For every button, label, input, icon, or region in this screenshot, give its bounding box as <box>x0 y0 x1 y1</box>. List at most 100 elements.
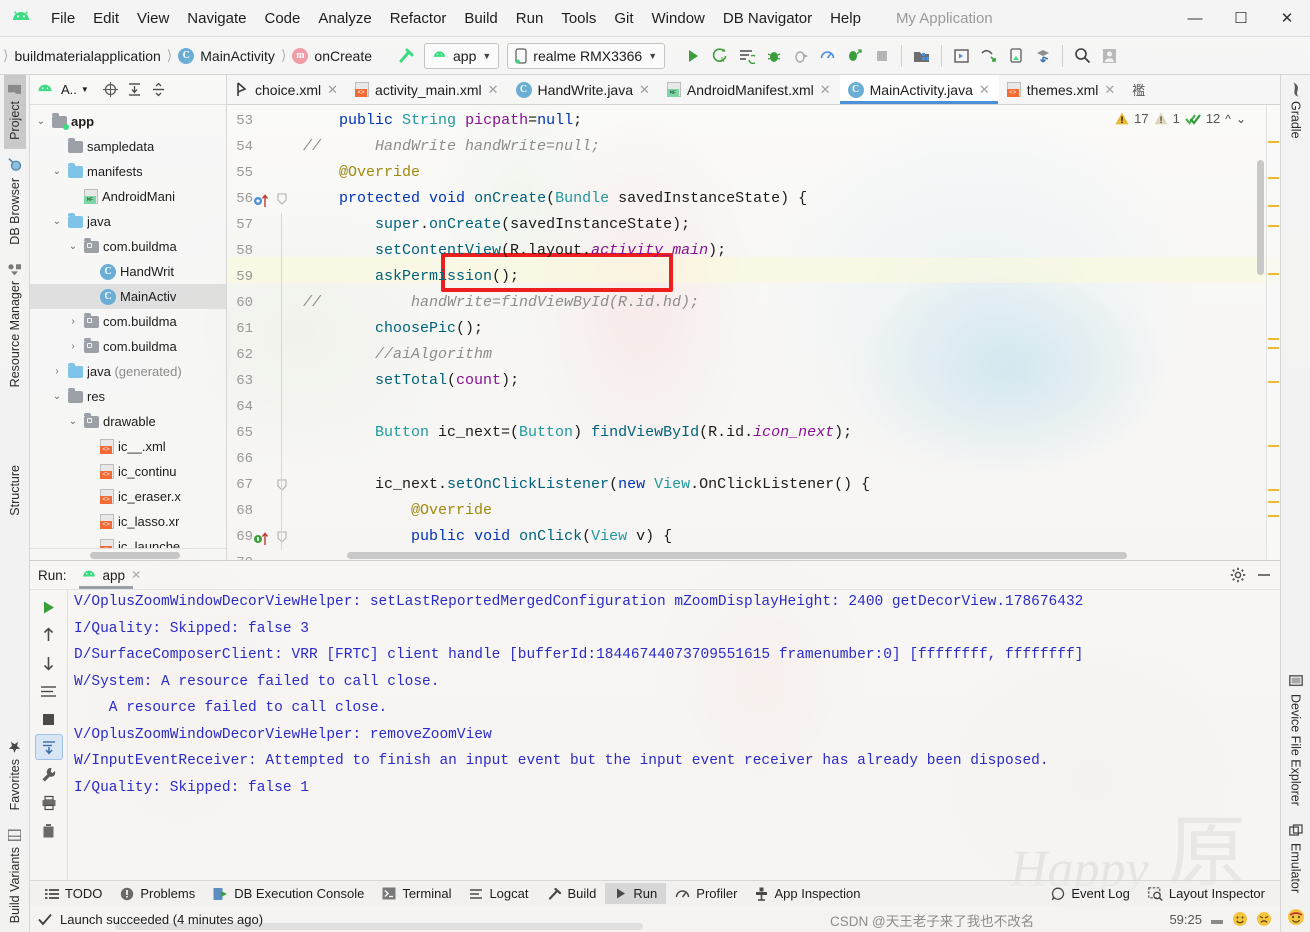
tree-item[interactable]: <>ic_lasso.xr <box>30 509 226 534</box>
project-tree[interactable]: ⌄appsampledata⌄manifestsMFAndroidMani⌄ja… <box>30 105 226 548</box>
chevron-down-icon[interactable]: ⌄ <box>50 166 64 177</box>
tool-button-run[interactable]: Run <box>605 883 666 904</box>
menu-item-tools[interactable]: Tools <box>552 7 605 30</box>
stop-button[interactable] <box>35 706 63 732</box>
wrench-settings-button[interactable] <box>35 762 63 788</box>
menu-item-file[interactable]: File <box>42 7 84 30</box>
chevron-right-icon[interactable]: › <box>50 366 64 377</box>
tool-button-terminal[interactable]: Terminal <box>373 883 460 904</box>
menu-item-navigate[interactable]: Navigate <box>178 7 255 30</box>
tree-item[interactable]: ⌄java <box>30 209 226 234</box>
tree-item[interactable]: ⌄app <box>30 109 226 134</box>
menu-item-analyze[interactable]: Analyze <box>309 7 380 30</box>
tree-item[interactable]: CMainActiv <box>30 284 226 309</box>
sidebar-tab-favorites[interactable]: Favorites <box>4 731 26 819</box>
tool-button-todo[interactable]: TODO <box>36 883 111 904</box>
chevron-right-icon[interactable]: › <box>66 341 80 352</box>
tool-button-logcat[interactable]: Logcat <box>460 883 537 904</box>
tool-button-build[interactable]: Build <box>538 883 606 904</box>
search-everywhere-button[interactable] <box>1069 42 1096 69</box>
editor-tab-androidmanifest-xml[interactable]: MFAndroidManifest.xml✕ <box>659 75 840 104</box>
editor-tab-handwrite-java[interactable]: CHandWrite.java✕ <box>508 75 659 104</box>
close-icon[interactable]: ✕ <box>131 568 141 582</box>
sidebar-tab-device-file-explorer[interactable]: Device File Explorer <box>1285 666 1307 815</box>
run-tab-app[interactable]: app ✕ <box>75 566 148 585</box>
avd-manager-button[interactable] <box>908 42 935 69</box>
device-manager-button[interactable] <box>1002 42 1029 69</box>
sidebar-tab-build-variants[interactable]: Build Variants <box>4 820 26 932</box>
tree-item[interactable]: <>ic_launche <box>30 534 226 548</box>
scroll-down-button[interactable] <box>35 650 63 676</box>
build-hammer-icon[interactable] <box>393 42 420 69</box>
menu-item-db-navigator[interactable]: DB Navigator <box>714 7 821 30</box>
breadcrumb-method[interactable]: m onCreate <box>287 46 377 66</box>
sidebar-tab-resource-manager[interactable]: Resource Manager <box>4 254 26 396</box>
chevron-right-icon[interactable]: › <box>66 316 80 327</box>
code-fold-icon[interactable] <box>277 479 287 491</box>
chevron-down-icon[interactable]: ⌄ <box>34 116 48 127</box>
menu-item-build[interactable]: Build <box>455 7 506 30</box>
layout-inspector-button[interactable] <box>1029 42 1056 69</box>
run-console-output[interactable]: V/OplusZoomWindowDecorViewHelper: setLas… <box>68 590 1280 880</box>
device-selector[interactable]: realme RMX3366 ▼ <box>507 43 665 69</box>
run-button[interactable] <box>679 42 706 69</box>
scroll-to-end-button[interactable] <box>35 734 63 760</box>
tree-item[interactable]: ⌄manifests <box>30 159 226 184</box>
editor-tab-themes-xml[interactable]: <>themes.xml✕ <box>999 75 1124 104</box>
code-fold-icon[interactable] <box>277 531 287 543</box>
close-icon[interactable]: ✕ <box>979 82 990 98</box>
more-tabs-icon[interactable]: 襤 <box>1124 75 1153 104</box>
soft-wrap-button[interactable] <box>35 678 63 704</box>
minimize-button[interactable]: — <box>1172 0 1218 36</box>
tree-item[interactable]: <>ic_continu <box>30 459 226 484</box>
tool-button-db-execution-console[interactable]: DB Execution Console <box>204 883 373 904</box>
expand-all-icon[interactable] <box>126 81 143 98</box>
editor-horizontal-scrollbar[interactable] <box>227 550 1266 560</box>
tree-item[interactable]: ⌄res <box>30 384 226 409</box>
chevron-down-icon[interactable]: ⌄ <box>66 416 80 427</box>
editor-vertical-scrollbar[interactable] <box>1257 160 1264 275</box>
breadcrumb-module[interactable]: buildmaterialapplication <box>9 46 165 66</box>
sidebar-tab-gradle[interactable]: Gradle <box>1284 75 1308 148</box>
sidebar-tab-structure[interactable]: Structure <box>4 456 26 525</box>
code-editor[interactable]: 535455565758596061626364656667686970 pub… <box>227 105 1280 560</box>
menu-item-git[interactable]: Git <box>605 7 642 30</box>
tree-item[interactable]: ›com.buildma <box>30 309 226 334</box>
select-opened-file-icon[interactable] <box>102 81 119 98</box>
sidebar-tab-emulator[interactable]: Emulator <box>1285 815 1307 902</box>
collapse-all-icon[interactable] <box>150 81 167 98</box>
memory-indicator-icon[interactable] <box>1210 913 1224 925</box>
menu-item-edit[interactable]: Edit <box>84 7 128 30</box>
implements-method-gutter-icon[interactable] <box>253 531 271 547</box>
menu-item-run[interactable]: Run <box>507 7 553 30</box>
tree-item[interactable]: ⌄drawable <box>30 409 226 434</box>
print-button[interactable] <box>35 790 63 816</box>
chevron-down-icon[interactable]: ⌄ <box>66 241 80 252</box>
stop-button[interactable] <box>868 42 895 69</box>
tool-button-problems[interactable]: Problems <box>111 883 204 904</box>
sidebar-tab-db-browser[interactable]: DB Browser <box>4 149 26 254</box>
sdk-manager-button[interactable] <box>948 42 975 69</box>
close-button[interactable]: ✕ <box>1264 0 1310 36</box>
editor-tab-activity_main-xml[interactable]: <>activity_main.xml✕ <box>347 75 508 104</box>
inspection-summary[interactable]: 17 1 12 ^ ⌄ <box>1115 111 1246 126</box>
rerun-button[interactable] <box>35 594 63 620</box>
run-with-coverage-button[interactable] <box>841 42 868 69</box>
next-problem-icon[interactable]: ⌄ <box>1236 112 1246 126</box>
minimize-icon[interactable] <box>1256 567 1272 583</box>
close-icon[interactable]: ✕ <box>327 82 338 98</box>
project-view-selector[interactable]: A.. ▼ <box>61 82 89 97</box>
editor-tab-choice-xml[interactable]: choice.xml✕ <box>227 75 347 104</box>
tree-item[interactable]: ›java (generated) <box>30 359 226 384</box>
override-method-gutter-icon[interactable] <box>253 193 271 209</box>
tree-item[interactable]: <>ic__.xml <box>30 434 226 459</box>
apply-code-changes-button[interactable] <box>733 42 760 69</box>
sync-gradle-button[interactable] <box>975 42 1002 69</box>
editor-error-stripe[interactable] <box>1266 105 1280 560</box>
close-icon[interactable]: ✕ <box>488 82 499 98</box>
debug-button[interactable] <box>760 42 787 69</box>
tree-item[interactable]: sampledata <box>30 134 226 159</box>
menu-item-code[interactable]: Code <box>255 7 309 30</box>
close-icon[interactable]: ✕ <box>820 82 831 98</box>
close-icon[interactable]: ✕ <box>1104 82 1115 98</box>
